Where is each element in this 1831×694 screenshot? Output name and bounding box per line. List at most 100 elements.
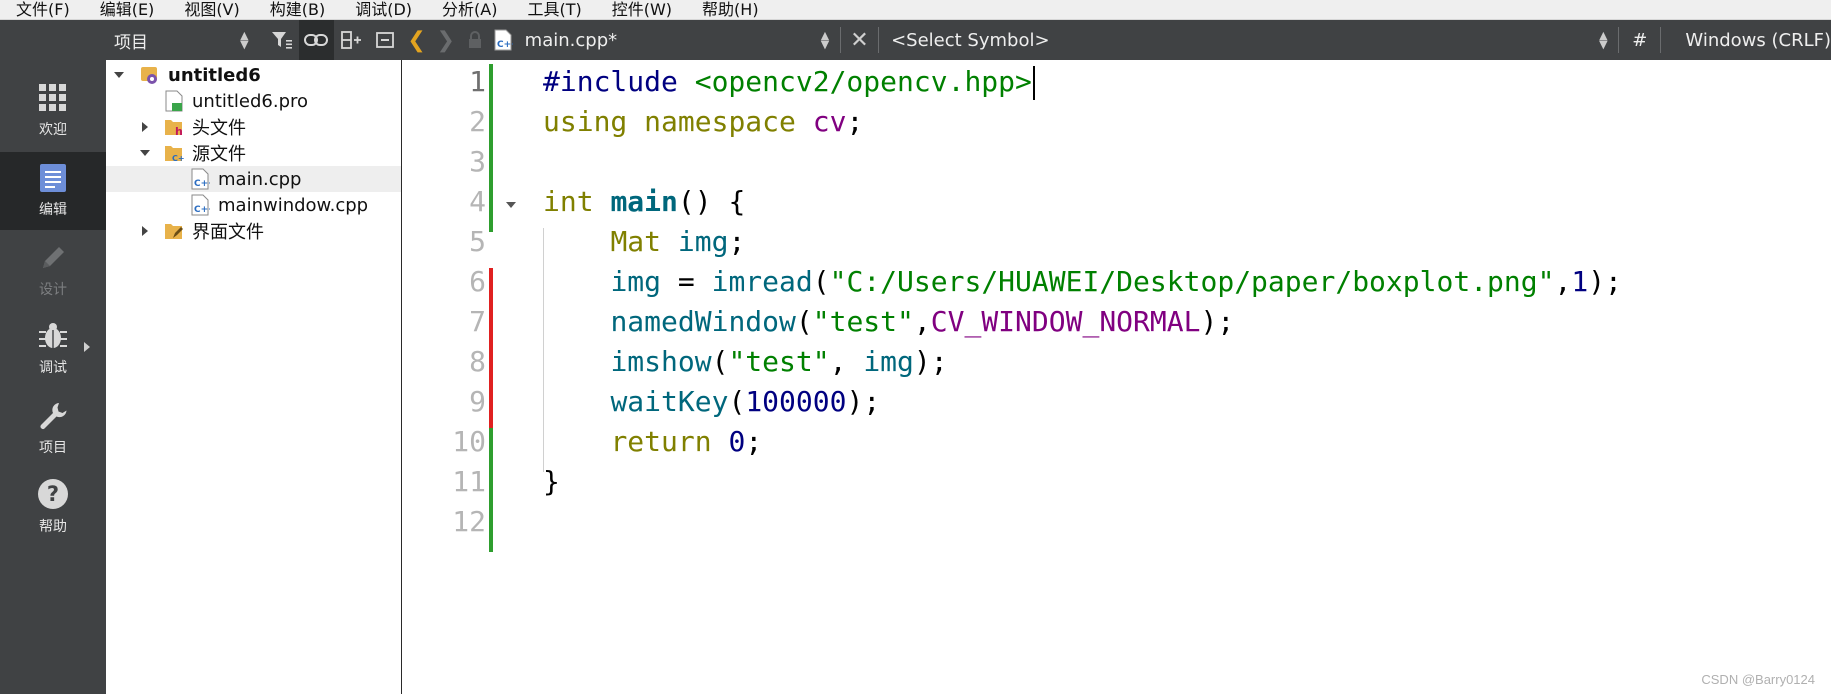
mode-debug[interactable]: 调试 [0,310,106,388]
menu-help[interactable]: 帮助(H) [694,0,767,19]
mode-welcome[interactable]: 欢迎 [0,72,106,150]
menu-debug[interactable]: 调试(D) [347,0,420,19]
code-token: imshow [610,345,712,378]
help-icon: ? [38,479,68,509]
mode-welcome-label: 欢迎 [39,122,67,138]
menu-analyze[interactable]: 分析(A) [434,0,505,19]
line-number: 7 [469,305,486,338]
line-number: 8 [469,345,486,378]
line-number: 10 [452,425,486,458]
code-token: waitKey [610,385,729,418]
code-token: ( [728,385,746,418]
tree-label: 头文件 [192,118,246,139]
code-token: 100000 [745,385,847,418]
lock-button[interactable] [460,20,489,60]
project-tree: untitled6 untitled6.pro h 头文件 C++ 源文件 C+… [106,60,402,694]
tree-node-mainwindow-cpp[interactable]: C++ mainwindow.cpp [106,192,401,218]
code-line[interactable]: imshow("test", img); [543,342,947,382]
go-back-button[interactable]: ❮ [402,20,431,60]
close-pane-button[interactable] [368,20,402,60]
menu-bar: 文件(F) 编辑(E) 视图(V) 构建(B) 调试(D) 分析(A) 工具(T… [0,0,1831,20]
code-token: CV_WINDOW_NORMAL [930,305,1201,338]
mode-design[interactable]: 设计 [0,232,106,310]
expand-arrow-icon[interactable] [84,342,90,352]
editor-toolbar: ❮ ❯ C++ main.cpp* ▲▼ ✕ <Select Symbol> ▲… [402,20,1831,60]
menu-view[interactable]: 视图(V) [176,0,247,19]
pencil-icon [43,247,64,268]
code-line[interactable]: namedWindow("test",CV_WINDOW_NORMAL); [543,302,1234,342]
code-token: ); [1200,305,1235,338]
code-token: () { [677,185,746,218]
go-forward-button[interactable]: ❯ [431,20,460,60]
tree-node-forms[interactable]: 界面文件 [106,218,401,244]
code-token: #include [543,65,695,98]
project-view-selector[interactable]: 项目 [106,28,238,53]
selector-arrows-icon[interactable]: ▲ ▼ [238,30,251,50]
code-editor[interactable]: #include <opencv2/opencv.hpp> using names… [535,60,1831,694]
line-number: 4 [469,185,486,218]
line-number: 12 [452,505,486,538]
code-token: 0 [728,425,746,458]
toolbar-divider [1660,27,1662,53]
tree-node-sources[interactable]: C++ 源文件 [106,140,401,166]
hash-label[interactable]: # [1627,30,1652,51]
collapsed-caret-icon[interactable] [142,122,148,132]
expanded-caret-icon[interactable] [140,150,150,156]
code-token: img [863,345,914,378]
line-ending-selector[interactable]: Windows (CRLF) [1669,30,1831,51]
forms-folder-icon [164,220,184,242]
code-token: namedWindow [610,305,796,338]
code-line[interactable]: waitKey(100000); [543,382,880,422]
code-token: ); [846,385,881,418]
watermark: CSDN @Barry0124 [1701,672,1815,687]
code-token: = [661,265,712,298]
selector-arrows-icon[interactable]: ▲ ▼ [1597,30,1611,50]
code-line[interactable]: #include <opencv2/opencv.hpp> [543,62,1035,102]
tree-node-untitled6-pro[interactable]: untitled6.pro [106,88,401,114]
svg-text:h: h [175,125,183,138]
code-token: ; [846,105,864,138]
code-line[interactable]: return 0; [543,422,762,462]
selector-arrows-icon[interactable]: ▲ ▼ [818,30,832,50]
code-token: main [610,185,678,218]
tree-node-untitled6[interactable]: untitled6 [106,62,401,88]
grid-icon [39,84,66,111]
tree-label: 源文件 [192,144,246,165]
mode-edit[interactable]: 编辑 [0,152,106,230]
code-line[interactable]: int main() { [543,182,745,222]
collapsed-caret-icon[interactable] [142,226,148,236]
tree-node-headers[interactable]: h 头文件 [106,114,401,140]
menu-edit[interactable]: 编辑(E) [92,0,163,19]
close-document-button[interactable]: ✕ [849,28,870,53]
mode-debug-label: 调试 [39,360,67,376]
toolbar-divider [878,27,880,53]
menu-tools[interactable]: 工具(T) [519,0,589,19]
mode-help[interactable]: ? 帮助 [0,468,106,546]
menu-build[interactable]: 构建(B) [262,0,333,19]
code-token: using [543,105,628,138]
tree-label: mainwindow.cpp [218,194,369,216]
menu-widgets[interactable]: 控件(W) [604,0,680,19]
open-documents-selector[interactable]: main.cpp* [517,30,818,51]
split-button[interactable] [334,20,368,60]
expanded-caret-icon[interactable] [114,72,124,78]
mode-projects[interactable]: 项目 [0,390,106,468]
tree-node-main-cpp[interactable]: C++ main.cpp [106,166,401,192]
line-number: 11 [452,465,486,498]
code-line[interactable]: img = imread("C:/Users/HUAWEI/Desktop/pa… [543,262,1621,302]
code-line[interactable]: } [543,462,560,502]
code-line[interactable]: Mat img; [543,222,745,262]
sync-link-button[interactable] [299,20,334,60]
code-line[interactable]: using namespace cv; [543,102,863,142]
code-token: namespace [644,105,796,138]
menu-file[interactable]: 文件(F) [0,0,78,19]
line-number: 5 [469,225,486,258]
symbol-selector[interactable]: <Select Symbol> [887,30,1597,51]
fold-marker-icon[interactable] [506,202,516,208]
code-token: "test" [812,305,914,338]
filter-button[interactable] [265,20,299,60]
